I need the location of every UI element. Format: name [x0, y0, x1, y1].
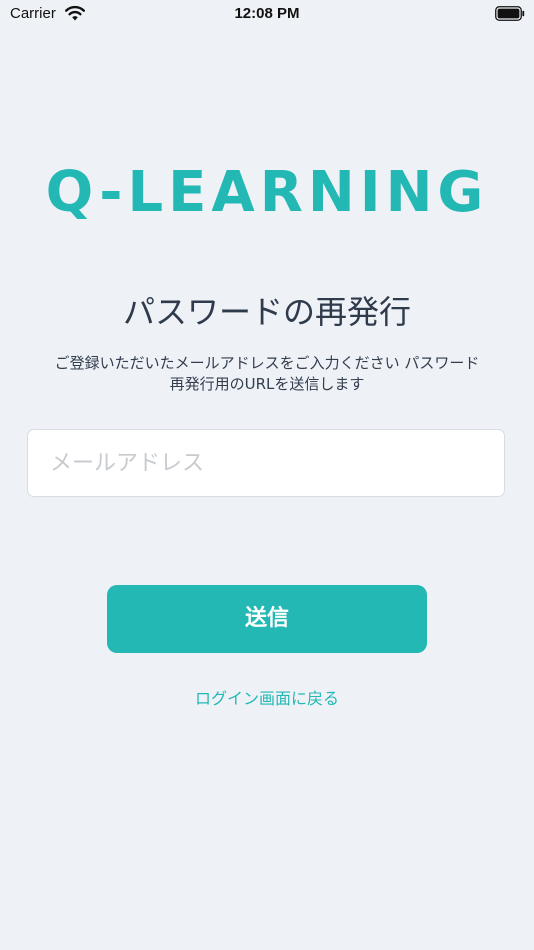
- back-to-login-link[interactable]: ログイン画面に戻る: [0, 687, 534, 711]
- description-text: ご登録いただいたメールアドレスをご入力ください パスワード 再発行用のURLを送…: [24, 353, 510, 395]
- description-line: ご登録いただいたメールアドレスをご入力ください パスワード: [54, 354, 480, 372]
- send-button[interactable]: 送信: [107, 585, 427, 653]
- email-field[interactable]: [27, 429, 505, 497]
- status-bar: Carrier 12:08 PM: [0, 0, 534, 30]
- app-logo: Q-LEARNING: [45, 160, 489, 225]
- page-title: パスワードの再発行: [122, 293, 411, 331]
- description-line: 再発行用のURLを送信します: [169, 375, 365, 393]
- status-time: 12:08 PM: [234, 5, 300, 22]
- battery-icon: [495, 6, 525, 21]
